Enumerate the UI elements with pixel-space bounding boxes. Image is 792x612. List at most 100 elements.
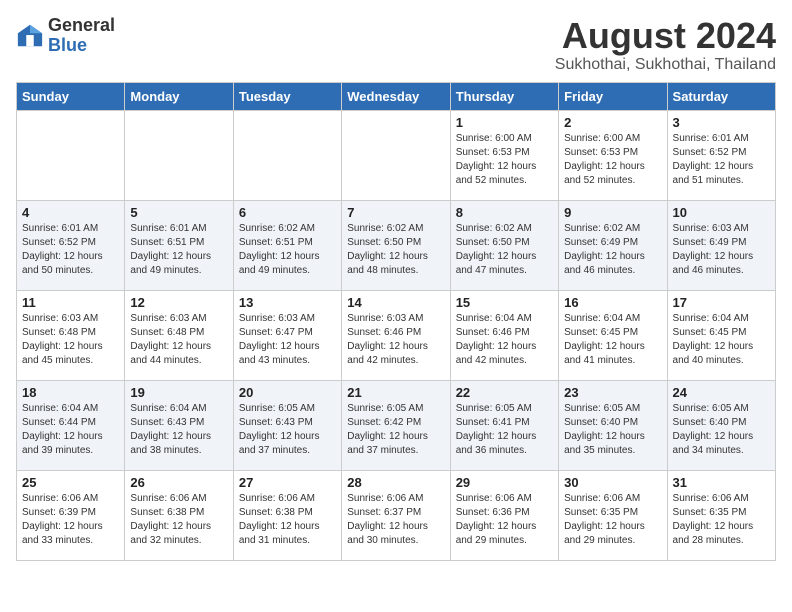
calendar-cell: 14Sunrise: 6:03 AM Sunset: 6:46 PM Dayli… — [342, 290, 450, 380]
cell-info: Sunrise: 6:00 AM Sunset: 6:53 PM Dayligh… — [564, 132, 661, 188]
month-title: August 2024 — [555, 16, 776, 56]
cell-info: Sunrise: 6:06 AM Sunset: 6:38 PM Dayligh… — [130, 492, 227, 548]
weekday-header-cell: Wednesday — [342, 82, 450, 110]
day-number: 17 — [673, 295, 770, 310]
weekday-header-cell: Monday — [125, 82, 233, 110]
cell-info: Sunrise: 6:02 AM Sunset: 6:50 PM Dayligh… — [347, 222, 444, 278]
day-number: 10 — [673, 205, 770, 220]
cell-info: Sunrise: 6:06 AM Sunset: 6:35 PM Dayligh… — [564, 492, 661, 548]
calendar-cell: 28Sunrise: 6:06 AM Sunset: 6:37 PM Dayli… — [342, 470, 450, 560]
cell-info: Sunrise: 6:05 AM Sunset: 6:40 PM Dayligh… — [673, 402, 770, 458]
day-number: 18 — [22, 385, 119, 400]
calendar-cell: 11 Sunrise: 6:03 AM Sunset: 6:48 PM Dayli… — [17, 290, 125, 380]
cell-info: Sunrise: 6:01 AM Sunset: 6:52 PM Dayligh… — [22, 222, 119, 278]
cell-info: Sunrise: 6:06 AM Sunset: 6:35 PM Dayligh… — [673, 492, 770, 548]
day-number: 2 — [564, 115, 661, 130]
cell-info: Sunrise: 6:04 AM Sunset: 6:45 PM Dayligh… — [673, 312, 770, 368]
calendar-table: SundayMondayTuesdayWednesdayThursdayFrid… — [16, 82, 776, 561]
calendar-week-row: 1 Sunrise: 6:00 AM Sunset: 6:53 PM Daylig… — [17, 110, 776, 200]
day-number: 16 — [564, 295, 661, 310]
calendar-cell: 10Sunrise: 6:03 AM Sunset: 6:49 PM Dayli… — [667, 200, 775, 290]
day-number: 1 — [456, 115, 553, 130]
calendar-cell: 23 Sunrise: 6:05 AM Sunset: 6:40 PM Dayli… — [559, 380, 667, 470]
logo-icon — [16, 22, 44, 50]
day-number: 28 — [347, 475, 444, 490]
calendar-cell: 15Sunrise: 6:04 AM Sunset: 6:46 PM Dayli… — [450, 290, 558, 380]
calendar-cell: 6 Sunrise: 6:02 AM Sunset: 6:51 PM Daylig… — [233, 200, 341, 290]
cell-info: Sunrise: 6:02 AM Sunset: 6:50 PM Dayligh… — [456, 222, 553, 278]
calendar-week-row: 11 Sunrise: 6:03 AM Sunset: 6:48 PM Dayli… — [17, 290, 776, 380]
day-number: 6 — [239, 205, 336, 220]
calendar-cell: 29Sunrise: 6:06 AM Sunset: 6:36 PM Dayli… — [450, 470, 558, 560]
cell-info: Sunrise: 6:03 AM Sunset: 6:47 PM Dayligh… — [239, 312, 336, 368]
calendar-cell: 9 Sunrise: 6:02 AM Sunset: 6:49 PM Daylig… — [559, 200, 667, 290]
calendar-cell: 5Sunrise: 6:01 AM Sunset: 6:51 PM Daylig… — [125, 200, 233, 290]
calendar-cell: 25Sunrise: 6:06 AM Sunset: 6:39 PM Dayli… — [17, 470, 125, 560]
weekday-header-cell: Thursday — [450, 82, 558, 110]
day-number: 4 — [22, 205, 119, 220]
day-number: 26 — [130, 475, 227, 490]
logo-general: General — [48, 15, 115, 35]
calendar-cell: 16Sunrise: 6:04 AM Sunset: 6:45 PM Dayli… — [559, 290, 667, 380]
day-number: 30 — [564, 475, 661, 490]
cell-info: Sunrise: 6:02 AM Sunset: 6:51 PM Dayligh… — [239, 222, 336, 278]
weekday-header-cell: Saturday — [667, 82, 775, 110]
day-number: 11 — [22, 295, 119, 310]
cell-info: Sunrise: 6:06 AM Sunset: 6:36 PM Dayligh… — [456, 492, 553, 548]
calendar-cell: 2 Sunrise: 6:00 AM Sunset: 6:53 PM Daylig… — [559, 110, 667, 200]
calendar-cell: 1 Sunrise: 6:00 AM Sunset: 6:53 PM Daylig… — [450, 110, 558, 200]
day-number: 20 — [239, 385, 336, 400]
day-number: 27 — [239, 475, 336, 490]
day-number: 7 — [347, 205, 444, 220]
cell-info: Sunrise: 6:04 AM Sunset: 6:43 PM Dayligh… — [130, 402, 227, 458]
calendar-week-row: 4 Sunrise: 6:01 AM Sunset: 6:52 PM Daylig… — [17, 200, 776, 290]
calendar-cell: 20 Sunrise: 6:05 AM Sunset: 6:43 PM Dayli… — [233, 380, 341, 470]
calendar-week-row: 25Sunrise: 6:06 AM Sunset: 6:39 PM Dayli… — [17, 470, 776, 560]
calendar-cell — [17, 110, 125, 200]
calendar-cell: 13Sunrise: 6:03 AM Sunset: 6:47 PM Dayli… — [233, 290, 341, 380]
cell-info: Sunrise: 6:03 AM Sunset: 6:48 PM Dayligh… — [130, 312, 227, 368]
weekday-header-cell: Tuesday — [233, 82, 341, 110]
calendar-cell: 18 Sunrise: 6:04 AM Sunset: 6:44 PM Dayli… — [17, 380, 125, 470]
calendar-cell — [233, 110, 341, 200]
calendar-cell: 26 Sunrise: 6:06 AM Sunset: 6:38 PM Dayli… — [125, 470, 233, 560]
calendar-cell: 17 Sunrise: 6:04 AM Sunset: 6:45 PM Dayli… — [667, 290, 775, 380]
cell-info: Sunrise: 6:05 AM Sunset: 6:40 PM Dayligh… — [564, 402, 661, 458]
calendar-cell: 12Sunrise: 6:03 AM Sunset: 6:48 PM Dayli… — [125, 290, 233, 380]
calendar-cell: 3Sunrise: 6:01 AM Sunset: 6:52 PM Daylig… — [667, 110, 775, 200]
calendar-cell: 31 Sunrise: 6:06 AM Sunset: 6:35 PM Dayli… — [667, 470, 775, 560]
calendar-cell — [342, 110, 450, 200]
day-number: 8 — [456, 205, 553, 220]
cell-info: Sunrise: 6:06 AM Sunset: 6:39 PM Dayligh… — [22, 492, 119, 548]
day-number: 23 — [564, 385, 661, 400]
calendar-cell: 4 Sunrise: 6:01 AM Sunset: 6:52 PM Daylig… — [17, 200, 125, 290]
day-number: 31 — [673, 475, 770, 490]
day-number: 21 — [347, 385, 444, 400]
logo-blue: Blue — [48, 35, 87, 55]
calendar-cell: 27 Sunrise: 6:06 AM Sunset: 6:38 PM Dayli… — [233, 470, 341, 560]
calendar-cell: 7 Sunrise: 6:02 AM Sunset: 6:50 PM Daylig… — [342, 200, 450, 290]
cell-info: Sunrise: 6:02 AM Sunset: 6:49 PM Dayligh… — [564, 222, 661, 278]
day-number: 24 — [673, 385, 770, 400]
calendar-cell — [125, 110, 233, 200]
calendar-cell: 19Sunrise: 6:04 AM Sunset: 6:43 PM Dayli… — [125, 380, 233, 470]
day-number: 22 — [456, 385, 553, 400]
calendar-cell: 21Sunrise: 6:05 AM Sunset: 6:42 PM Dayli… — [342, 380, 450, 470]
cell-info: Sunrise: 6:04 AM Sunset: 6:44 PM Dayligh… — [22, 402, 119, 458]
day-number: 9 — [564, 205, 661, 220]
weekday-header-cell: Friday — [559, 82, 667, 110]
cell-info: Sunrise: 6:00 AM Sunset: 6:53 PM Dayligh… — [456, 132, 553, 188]
cell-info: Sunrise: 6:06 AM Sunset: 6:38 PM Dayligh… — [239, 492, 336, 548]
weekday-header-cell: Sunday — [17, 82, 125, 110]
location: Sukhothai, Sukhothai, Thailand — [555, 56, 776, 74]
logo-text: General Blue — [48, 16, 115, 56]
cell-info: Sunrise: 6:03 AM Sunset: 6:48 PM Dayligh… — [22, 312, 119, 368]
page-header: General Blue August 2024 Sukhothai, Sukh… — [16, 16, 776, 74]
cell-info: Sunrise: 6:05 AM Sunset: 6:43 PM Dayligh… — [239, 402, 336, 458]
weekday-header-row: SundayMondayTuesdayWednesdayThursdayFrid… — [17, 82, 776, 110]
calendar-cell: 22 Sunrise: 6:05 AM Sunset: 6:41 PM Dayli… — [450, 380, 558, 470]
calendar-body: 1 Sunrise: 6:00 AM Sunset: 6:53 PM Daylig… — [17, 110, 776, 560]
day-number: 14 — [347, 295, 444, 310]
cell-info: Sunrise: 6:05 AM Sunset: 6:41 PM Dayligh… — [456, 402, 553, 458]
cell-info: Sunrise: 6:04 AM Sunset: 6:46 PM Dayligh… — [456, 312, 553, 368]
